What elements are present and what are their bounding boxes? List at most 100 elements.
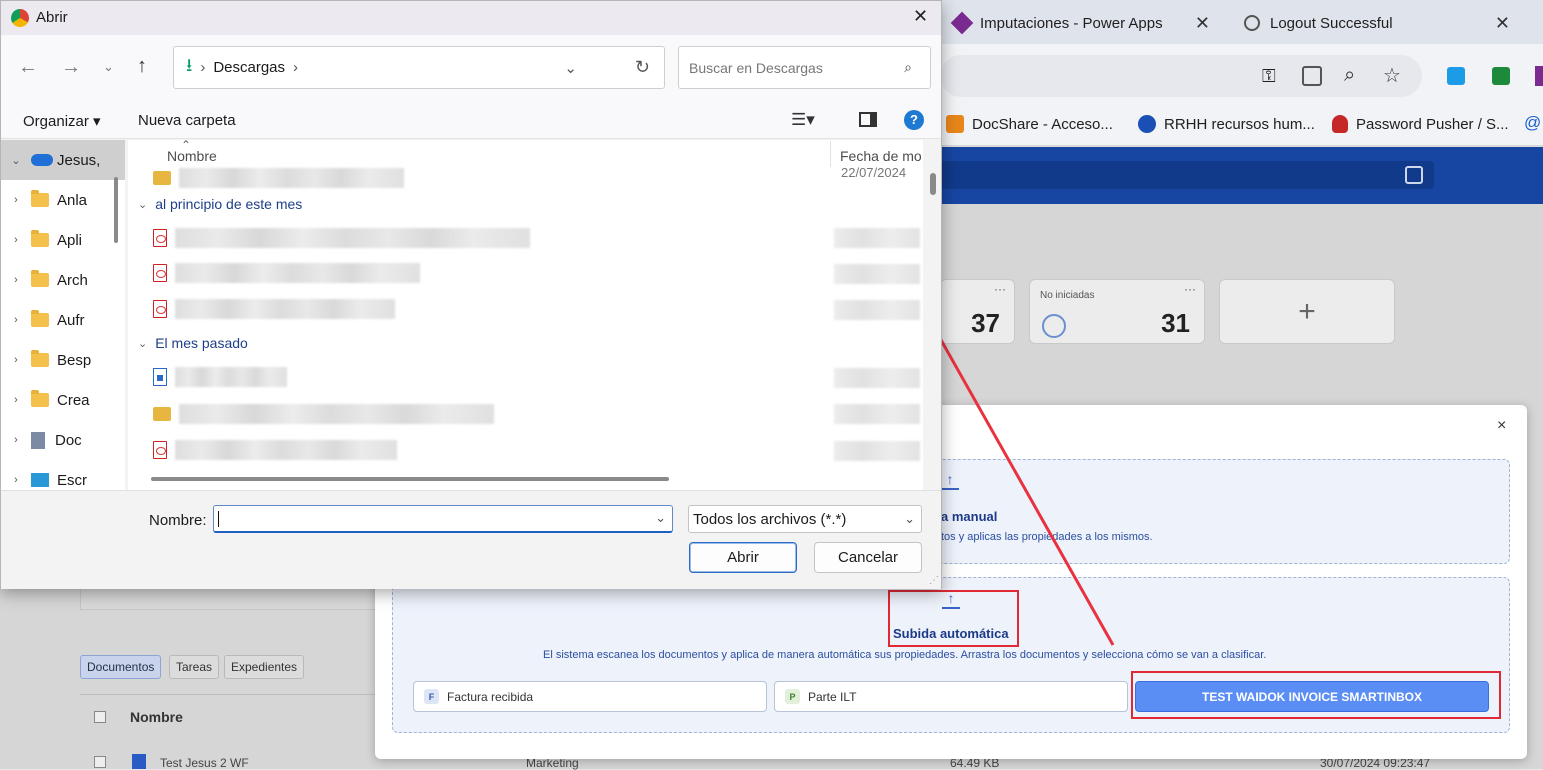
view-options-icon[interactable]: ☰▾ — [791, 110, 815, 130]
expand-chevron-icon[interactable]: › — [1, 434, 31, 446]
folder-icon — [31, 310, 49, 327]
file-row[interactable] — [153, 296, 395, 322]
filetype-select[interactable]: Todos los archivos (*.*) ⌄ — [688, 505, 922, 533]
breadcrumb[interactable]: ⭳ › Descargas › ⌄ ↻ — [173, 46, 665, 89]
file-row[interactable] — [153, 165, 404, 191]
group-header[interactable]: ⌄ El mes pasado — [138, 335, 248, 351]
nav-item-folder[interactable]: › Besp — [1, 340, 125, 380]
onedrive-icon — [31, 154, 53, 166]
forward-arrow-icon[interactable]: → — [61, 56, 81, 79]
folder-icon — [31, 270, 49, 287]
download-icon: ⭳ — [186, 54, 193, 75]
organize-button[interactable]: Organizar ▾ — [23, 112, 101, 130]
command-bar: Organizar ▾ Nueva carpeta ☰▾ ? — [1, 101, 941, 139]
nav-item-onedrive[interactable]: ⌄ Jesus, — [1, 140, 125, 180]
nav-label: Arch — [57, 271, 88, 289]
nav-label: Anla — [57, 191, 88, 209]
back-arrow-icon[interactable]: ← — [18, 56, 38, 79]
horizontal-scrollbar[interactable] — [151, 477, 669, 481]
group-label: al principio de este mes — [155, 196, 303, 212]
filename-dropdown-icon[interactable]: ⌄ — [655, 510, 666, 526]
nav-label: Jesus, — [57, 151, 101, 169]
file-row[interactable] — [153, 401, 494, 427]
filename-label: Nombre: — [149, 512, 207, 529]
dialog-search-input[interactable]: Buscar en Descargas ⌕ — [678, 46, 931, 89]
collapse-chevron-icon[interactable]: ⌄ — [138, 198, 147, 211]
navigation-pane: ⌄ Jesus, › Anla › Apli › Arch › Aufr › Besp ›… — [1, 140, 125, 490]
folder-icon — [31, 230, 49, 247]
breadcrumb-location[interactable]: Descargas — [213, 59, 285, 76]
recent-chevron-icon[interactable]: ⌄ — [103, 59, 114, 75]
preview-pane-icon[interactable] — [859, 112, 877, 127]
nav-item-folder[interactable]: › Aufr — [1, 300, 125, 340]
expand-chevron-icon[interactable]: › — [1, 274, 31, 286]
open-button[interactable]: Abrir — [689, 542, 797, 573]
file-name-redacted — [175, 367, 287, 387]
column-divider — [830, 141, 831, 167]
expand-chevron-icon[interactable]: ⌄ — [1, 154, 31, 167]
folder-icon — [153, 171, 171, 185]
pdf-file-icon — [153, 441, 167, 459]
folder-icon — [31, 390, 49, 407]
file-row[interactable] — [153, 437, 397, 463]
folder-icon — [31, 190, 49, 207]
expand-chevron-icon[interactable]: › — [1, 474, 31, 486]
file-row[interactable] — [153, 260, 420, 286]
document-folder-icon — [31, 431, 45, 449]
vertical-scrollbar[interactable] — [930, 173, 936, 195]
dialog-close-icon[interactable]: ✕ — [913, 6, 928, 27]
nav-item-folder[interactable]: › Anla — [1, 180, 125, 220]
expand-chevron-icon[interactable]: › — [1, 354, 31, 366]
up-arrow-icon[interactable]: ↑ — [137, 55, 147, 78]
file-date: 22/07/2024 — [841, 165, 907, 180]
column-header-name[interactable]: Nombre — [167, 148, 217, 164]
chevron-down-icon: ⌄ — [904, 511, 915, 526]
nav-label: Escr — [57, 471, 87, 489]
column-header-date[interactable]: Fecha de mo — [840, 148, 922, 164]
cancel-button[interactable]: Cancelar — [814, 542, 922, 573]
dialog-title: Abrir — [36, 9, 68, 26]
folder-icon — [31, 350, 49, 367]
expand-chevron-icon[interactable]: › — [1, 394, 31, 406]
word-file-icon — [153, 368, 167, 386]
nav-item-folder[interactable]: › Crea — [1, 380, 125, 420]
organize-label: Organizar — [23, 113, 89, 130]
file-date-redacted — [834, 404, 920, 424]
file-row[interactable] — [153, 225, 530, 251]
file-date-redacted — [834, 300, 920, 320]
breadcrumb-separator-icon: › — [293, 59, 299, 76]
file-row[interactable] — [153, 364, 287, 390]
file-name-redacted — [175, 263, 420, 283]
nav-scrollbar[interactable] — [114, 177, 118, 243]
help-icon[interactable]: ? — [904, 110, 924, 130]
dialog-titlebar: Abrir ✕ — [1, 1, 941, 35]
search-placeholder: Buscar en Descargas — [689, 59, 823, 76]
expand-chevron-icon[interactable]: › — [1, 314, 31, 326]
expand-chevron-icon[interactable]: › — [1, 234, 31, 246]
search-icon: ⌕ — [904, 59, 912, 75]
refresh-icon[interactable]: ↻ — [635, 57, 650, 78]
chrome-icon — [11, 9, 29, 27]
nav-item-folder[interactable]: › Arch — [1, 260, 125, 300]
nav-item-documents[interactable]: › Doc — [1, 420, 125, 460]
resize-grip-icon[interactable]: ⋰ — [929, 575, 939, 586]
filename-input[interactable]: ⌄ — [213, 505, 673, 533]
group-header[interactable]: ⌄ al principio de este mes — [138, 196, 302, 212]
path-dropdown-icon[interactable]: ⌄ — [564, 59, 577, 77]
nav-label: Apli — [57, 231, 83, 249]
file-name-redacted — [179, 404, 494, 424]
new-folder-button[interactable]: Nueva carpeta — [138, 112, 236, 129]
file-date-redacted — [834, 264, 920, 284]
file-name-redacted — [175, 440, 397, 460]
expand-chevron-icon[interactable]: › — [1, 194, 31, 206]
nav-item-folder[interactable]: › Apli — [1, 220, 125, 260]
pdf-file-icon — [153, 300, 167, 318]
group-label: El mes pasado — [155, 335, 248, 351]
collapse-chevron-icon[interactable]: ⌄ — [138, 337, 147, 350]
file-date-redacted — [834, 441, 920, 461]
pdf-file-icon — [153, 264, 167, 282]
desktop-icon — [31, 473, 49, 487]
nav-item-desktop[interactable]: › Escr — [1, 460, 125, 490]
filetype-value: Todos los archivos (*.*) — [693, 510, 847, 528]
file-name-redacted — [175, 228, 530, 248]
